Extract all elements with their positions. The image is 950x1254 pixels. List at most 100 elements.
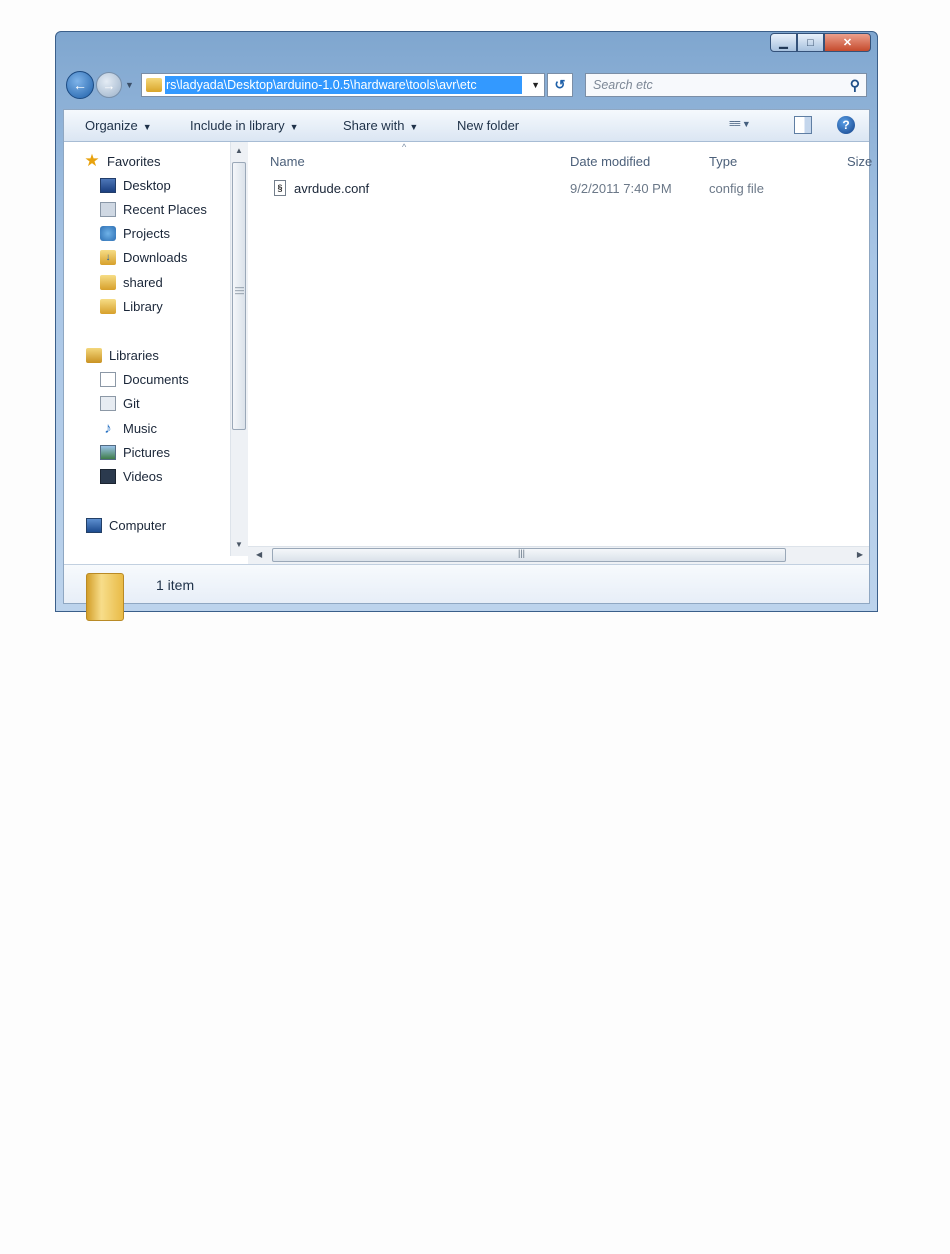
sort-ascending-icon: ^ bbox=[402, 142, 407, 152]
close-icon: ✕ bbox=[842, 37, 853, 49]
back-arrow-icon: ← bbox=[73, 77, 87, 93]
sidebar-item-shared[interactable]: shared bbox=[100, 272, 163, 292]
refresh-button[interactable]: ↺ bbox=[547, 73, 573, 97]
include-in-library-button[interactable]: Include in library ▼ bbox=[190, 118, 299, 133]
forward-arrow-icon: → bbox=[102, 77, 116, 93]
file-list: ^ Name Date modified Type Size § avrdude… bbox=[248, 142, 872, 556]
scroll-right-icon[interactable]: ▶ bbox=[857, 550, 863, 559]
recent-places-icon bbox=[100, 201, 116, 217]
sidebar-item-music[interactable]: ♪ Music bbox=[100, 418, 157, 438]
search-input[interactable]: Search etc ⚲ bbox=[585, 73, 867, 97]
sidebar-item-videos[interactable]: Videos bbox=[100, 466, 163, 486]
recent-pages-dropdown[interactable]: ▼ bbox=[125, 80, 137, 90]
sidebar-item-label: Downloads bbox=[123, 249, 188, 265]
navigation-pane: ★ Favorites Desktop Recent Places Project… bbox=[64, 142, 230, 556]
sidebar-item-label: Recent Places bbox=[123, 201, 207, 217]
back-button[interactable]: ← bbox=[66, 71, 94, 99]
star-icon: ★ bbox=[84, 151, 100, 170]
command-bar: Organize ▼ Include in library ▼ Share with… bbox=[64, 110, 869, 142]
details-pane: 1 item bbox=[64, 564, 869, 621]
sidebar-item-label: Pictures bbox=[123, 444, 170, 460]
sidebar-item-recent-places[interactable]: Recent Places bbox=[100, 199, 207, 219]
address-path[interactable]: rs\ladyada\Desktop\arduino-1.0.5\hardwar… bbox=[165, 76, 522, 94]
new-folder-button[interactable]: New folder bbox=[457, 118, 519, 133]
minimize-icon: ▁ bbox=[779, 37, 788, 49]
sidebar-item-label: Documents bbox=[123, 371, 189, 387]
folder-icon bbox=[86, 573, 124, 621]
pictures-icon bbox=[100, 444, 116, 460]
sidebar-item-pictures[interactable]: Pictures bbox=[100, 442, 170, 462]
sidebar-group-label: Libraries bbox=[109, 347, 159, 363]
libraries-icon bbox=[86, 347, 102, 363]
explorer-window: ▁ □ ✕ ← → ▼ rs\ladyada\Desktop\arduino-1… bbox=[55, 31, 878, 621]
file-date-modified: 9/2/2011 7:40 PM bbox=[570, 181, 672, 196]
help-button[interactable]: ? bbox=[837, 116, 855, 134]
close-button[interactable]: ✕ bbox=[824, 33, 871, 52]
grip-icon: — — — bbox=[235, 282, 244, 298]
column-header-type[interactable]: Type bbox=[709, 154, 737, 169]
sidebar-item-label: Desktop bbox=[123, 177, 171, 193]
column-header-name[interactable]: Name bbox=[270, 154, 305, 169]
navigation-bar: ← → ▼ rs\ladyada\Desktop\arduino-1.0.5\h… bbox=[66, 71, 867, 99]
item-count: 1 item bbox=[156, 577, 195, 593]
sidebar-group-computer[interactable]: Computer bbox=[86, 515, 166, 535]
file-name: avrdude.conf bbox=[294, 181, 370, 196]
sidebar-group-libraries[interactable]: Libraries bbox=[86, 345, 159, 365]
sidebar-item-label: Library bbox=[123, 298, 163, 314]
share-with-label: Share with bbox=[343, 118, 405, 133]
chevron-down-icon: ▼ bbox=[142, 122, 152, 132]
sidebar-item-label: shared bbox=[123, 274, 163, 290]
forward-button[interactable]: → bbox=[96, 72, 122, 98]
column-header-date-modified[interactable]: Date modified bbox=[570, 154, 650, 169]
organize-button[interactable]: Organize ▼ bbox=[85, 118, 152, 133]
organize-label: Organize bbox=[85, 118, 138, 133]
sidebar-item-downloads[interactable]: ↓ Downloads bbox=[100, 247, 187, 267]
change-view-button[interactable]: ≡≡ ▼ bbox=[729, 118, 757, 130]
chevron-down-icon[interactable]: ▼ bbox=[531, 80, 540, 90]
sidebar-item-projects[interactable]: Projects bbox=[100, 223, 170, 243]
column-header-size[interactable]: Size bbox=[847, 154, 872, 169]
sidebar-group-favorites[interactable]: ★ Favorites bbox=[84, 151, 160, 171]
scrollbar-thumb[interactable] bbox=[272, 548, 786, 562]
preview-pane-button[interactable] bbox=[794, 116, 812, 134]
include-in-library-label: Include in library bbox=[190, 118, 285, 133]
sidebar-item-git[interactable]: Git bbox=[100, 393, 140, 413]
sidebar-item-desktop[interactable]: Desktop bbox=[100, 175, 171, 195]
explorer-client: Organize ▼ Include in library ▼ Share with… bbox=[63, 109, 872, 621]
view-list-icon: ≡≡ bbox=[729, 118, 741, 130]
grip-icon: ||| bbox=[518, 548, 526, 558]
desktop-icon bbox=[100, 177, 116, 193]
new-folder-label: New folder bbox=[457, 118, 520, 133]
scroll-up-icon[interactable]: ▲ bbox=[235, 146, 243, 155]
chevron-down-icon: ▼ bbox=[409, 122, 419, 132]
file-type: config file bbox=[709, 181, 764, 196]
sidebar-item-label: Git bbox=[123, 395, 140, 411]
file-list-scrollbar[interactable]: ◀ ||| ▶ bbox=[248, 546, 869, 564]
address-bar[interactable]: rs\ladyada\Desktop\arduino-1.0.5\hardwar… bbox=[141, 73, 545, 97]
maximize-icon: □ bbox=[807, 36, 814, 49]
caption-buttons: ▁ □ ✕ bbox=[770, 33, 871, 53]
projects-icon bbox=[100, 225, 116, 241]
sidebar-item-label: Projects bbox=[123, 225, 170, 241]
sidebar-item-documents[interactable]: Documents bbox=[100, 369, 189, 389]
sidebar-group-label: Computer bbox=[109, 517, 167, 533]
git-icon bbox=[100, 395, 116, 411]
sidebar-item-library[interactable]: Library bbox=[100, 296, 163, 316]
minimize-button[interactable]: ▁ bbox=[770, 33, 797, 52]
computer-icon bbox=[86, 517, 102, 533]
chevron-down-icon: ▼ bbox=[741, 119, 751, 129]
videos-icon bbox=[100, 468, 116, 484]
sidebar-item-label: Videos bbox=[123, 468, 163, 484]
folder-icon bbox=[100, 274, 116, 290]
navigation-pane-scrollbar[interactable]: ▲ — — — ▼ bbox=[230, 142, 248, 556]
search-icon[interactable]: ⚲ bbox=[850, 77, 860, 94]
scroll-left-icon[interactable]: ◀ bbox=[256, 550, 262, 559]
sidebar-item-label: Music bbox=[123, 420, 157, 436]
share-with-button[interactable]: Share with ▼ bbox=[343, 118, 418, 133]
maximize-button[interactable]: □ bbox=[797, 33, 824, 52]
downloads-icon: ↓ bbox=[100, 249, 116, 265]
scroll-down-icon[interactable]: ▼ bbox=[235, 540, 243, 549]
documents-icon bbox=[100, 371, 116, 387]
file-row[interactable]: § avrdude.conf 9/2/2011 7:40 PM config f… bbox=[258, 178, 869, 200]
folder-icon bbox=[146, 78, 162, 92]
